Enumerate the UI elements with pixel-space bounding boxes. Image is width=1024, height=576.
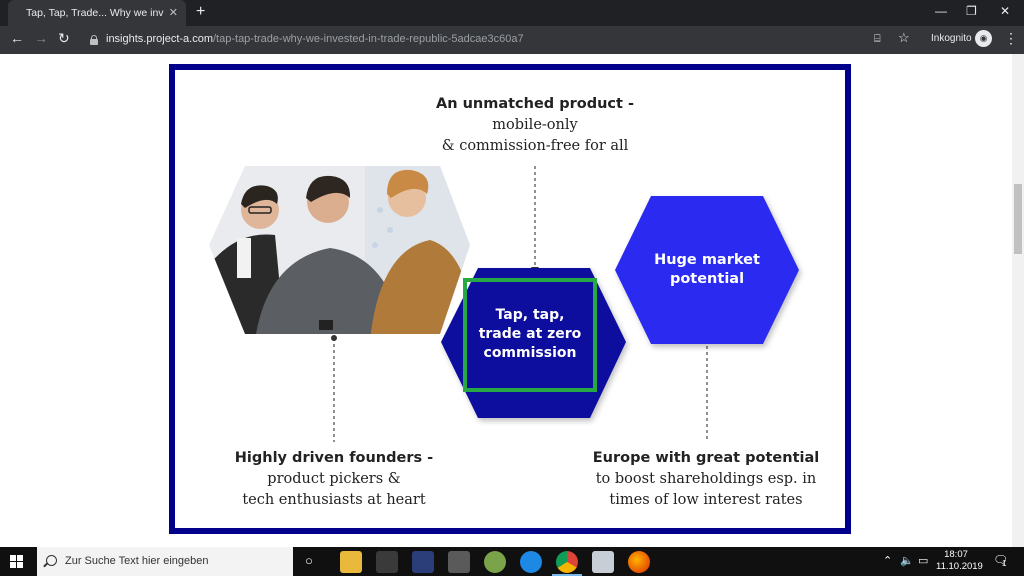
volume-icon[interactable]: 🔈 [900, 554, 914, 567]
top-label-heading: An unmatched product - [435, 96, 635, 112]
bookmark-star-icon[interactable]: ☆ [898, 30, 910, 46]
page-content: An unmatched product - mobile-only & com… [0, 54, 1024, 547]
app-icon-2[interactable] [484, 551, 506, 573]
notification-count: 1 [1002, 559, 1007, 568]
scrollbar[interactable] [1012, 54, 1024, 547]
forward-icon[interactable]: → [34, 30, 48, 46]
reload-icon[interactable]: ↻ [58, 30, 70, 47]
right-label-line-2: times of low interest rates [609, 492, 803, 508]
windows-start-icon[interactable] [10, 555, 24, 569]
windows-taskbar: Zur Suche Text hier eingeben ○ ⌃ 🔈 ▭ 18:… [0, 547, 1024, 576]
calculator-icon[interactable] [448, 551, 470, 573]
tab-title: Tap, Tap, Trade... Why we investe [26, 7, 164, 19]
left-label: Highly driven founders - product pickers… [209, 448, 459, 511]
top-label-line-2: & commission-free for all [441, 138, 629, 154]
clock-time: 18:07 [944, 549, 968, 560]
monitor-app-icon[interactable] [412, 551, 434, 573]
connector-left-dot [331, 335, 337, 341]
right-hexagon-text: Huge market potential [637, 251, 777, 289]
document-app-icon[interactable] [592, 551, 614, 573]
taskbar-search-box[interactable]: Zur Suche Text hier eingeben [37, 547, 293, 576]
search-icon [46, 555, 57, 566]
center-hexagon-line-3: commission [483, 345, 577, 361]
tray-chevron-icon[interactable]: ⌃ [883, 554, 892, 567]
incognito-icon[interactable]: ◉ [975, 30, 992, 47]
back-icon[interactable]: ← [10, 30, 24, 46]
right-hexagon-line-1: Huge market [654, 252, 760, 268]
center-hexagon-text: Tap, tap, trade at zero commission [465, 306, 595, 363]
incognito-label: Inkognito [931, 33, 972, 44]
restore-icon[interactable]: ❐ [966, 4, 977, 18]
clock-date: 11.10.2019 [936, 561, 983, 572]
right-label: Europe with great potential to boost sha… [571, 448, 841, 511]
founders-photo [209, 166, 470, 334]
browser-toolbar: ← → ↻ insights.project-a.com/tap-tap-tra… [0, 26, 1024, 54]
center-hexagon-line-1: Tap, tap, [495, 307, 565, 323]
new-tab-icon[interactable]: + [196, 3, 205, 21]
firefox-icon[interactable] [628, 551, 650, 573]
close-window-icon[interactable]: ✕ [1000, 4, 1010, 18]
translate-icon[interactable]: ⌸ [874, 33, 881, 46]
left-label-line-2: tech enthusiasts at heart [242, 492, 426, 508]
article-figure: An unmatched product - mobile-only & com… [169, 64, 851, 534]
app-icon-3[interactable] [520, 551, 542, 573]
left-label-line-1: product pickers & [267, 471, 401, 487]
tab-strip: Tap, Tap, Trade... Why we investe ✕ + — … [0, 0, 1024, 26]
file-explorer-icon[interactable] [340, 551, 362, 573]
taskbar-clock[interactable]: 18:07 11.10.2019 [936, 549, 983, 573]
url-text: insights.project-a.com/tap-tap-trade-why… [106, 33, 524, 45]
top-label: An unmatched product - mobile-only & com… [400, 94, 670, 157]
lock-icon [90, 35, 98, 45]
menu-icon[interactable]: ⋮ [1004, 30, 1018, 47]
browser-tab[interactable]: Tap, Tap, Trade... Why we investe ✕ [8, 0, 186, 26]
right-hexagon-line-2: potential [669, 271, 745, 287]
right-label-heading: Europe with great potential [592, 450, 820, 466]
top-label-line-1: mobile-only [492, 117, 578, 133]
close-tab-icon[interactable]: ✕ [169, 6, 178, 19]
left-label-heading: Highly driven founders - [234, 450, 434, 466]
task-view-icon[interactable]: ○ [305, 553, 313, 568]
chrome-icon[interactable] [556, 551, 578, 573]
app-icon[interactable] [376, 551, 398, 573]
scrollbar-thumb[interactable] [1014, 184, 1022, 254]
address-bar[interactable]: insights.project-a.com/tap-tap-trade-why… [84, 30, 920, 51]
center-hexagon-line-2: trade at zero [478, 326, 582, 342]
minimize-icon[interactable]: — [935, 4, 947, 18]
battery-icon[interactable]: ▭ [918, 554, 928, 567]
search-placeholder: Zur Suche Text hier eingeben [65, 555, 209, 567]
right-label-line-1: to boost shareholdings esp. in [595, 471, 817, 487]
